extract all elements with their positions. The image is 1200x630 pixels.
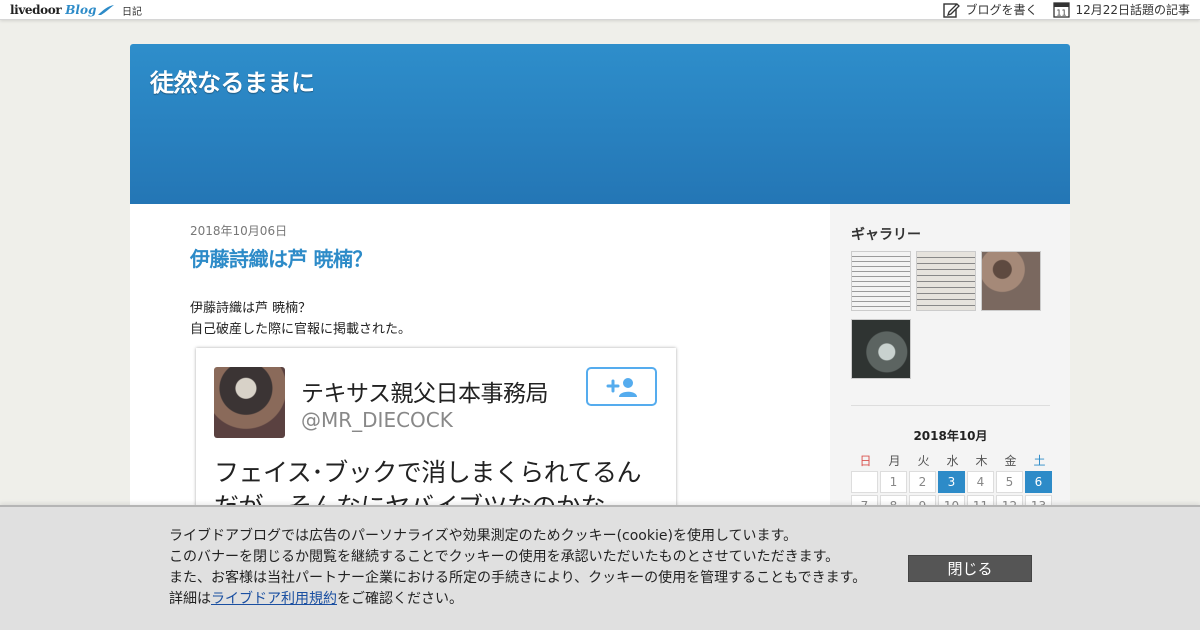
gallery-thumbnail[interactable] bbox=[851, 319, 911, 379]
wing-icon bbox=[98, 5, 115, 15]
calendar-weekday-header: 日 月 火 水 木 金 土 bbox=[851, 452, 1054, 469]
blog-title[interactable]: 徒然なるままに bbox=[150, 63, 315, 98]
top-bar: livedoor Blog 日記 ブログを書く 11 12月22日話題の記事 bbox=[0, 0, 1200, 20]
weekday-mon: 月 bbox=[888, 454, 901, 468]
cookie-close-button[interactable]: 閉じる bbox=[908, 555, 1032, 582]
tweet-author-name: テキサス親父日本事務局 bbox=[301, 381, 549, 407]
sidebar-divider bbox=[851, 405, 1050, 406]
post-body-line: 自己破産した際に官報に掲載された。 bbox=[190, 322, 412, 337]
weekday-thu: 木 bbox=[975, 454, 988, 468]
article: 2018年10月06日 伊藤詩織は芦 暁楠？ 伊藤詩織は芦 暁楠？ 自己破産した… bbox=[190, 222, 770, 548]
cookie-notice-text: ライブドアブログでは広告のパーソナライズや効果測定のためクッキー(cookie)… bbox=[169, 526, 866, 610]
gallery-thumbnail[interactable] bbox=[981, 251, 1041, 311]
tweet-author-handle: @MR_DIECOCK bbox=[301, 408, 453, 432]
calendar-title: 2018年10月 bbox=[913, 429, 988, 443]
terms-of-use-link[interactable]: ライブドア利用規約 bbox=[211, 591, 337, 607]
category-link-diary[interactable]: 日記 bbox=[122, 3, 142, 18]
weekday-tue: 火 bbox=[917, 454, 930, 468]
logo-livedoor-text: livedoor bbox=[10, 3, 62, 17]
weekday-sat: 土 bbox=[1033, 454, 1046, 468]
logo-blog-text: Blog bbox=[65, 3, 97, 17]
gallery-title: ギャラリー bbox=[851, 227, 921, 243]
calendar-icon-day: 11 bbox=[1057, 9, 1067, 18]
tweet-avatar bbox=[214, 367, 285, 438]
write-blog-label: ブログを書く bbox=[965, 3, 1038, 17]
tweet-text-line: フェイス･ブックで消しまくられてるん bbox=[214, 458, 642, 487]
post-body-line: 伊藤詩織は芦 暁楠？ bbox=[190, 301, 312, 316]
calendar-day-link[interactable]: 6 bbox=[1025, 471, 1052, 493]
weekday-sun: 日 bbox=[859, 454, 872, 468]
calendar-day: 2 bbox=[909, 471, 936, 493]
post-title[interactable]: 伊藤詩織は芦 暁楠？ bbox=[190, 243, 770, 272]
weekday-wed: 水 bbox=[946, 454, 959, 468]
cookie-notice-line: ライブドアブログでは広告のパーソナライズや効果測定のためクッキー(cookie)… bbox=[169, 528, 798, 544]
cookie-notice-line: このバナーを閉じるか閲覧を継続することでクッキーの使用を承認いただいたものとさせ… bbox=[169, 549, 840, 565]
todays-topics-label: 12月22日話題の記事 bbox=[1075, 3, 1190, 17]
pencil-note-icon bbox=[943, 2, 961, 18]
post-date: 2018年10月06日 bbox=[190, 224, 288, 238]
calendar-day: 5 bbox=[996, 471, 1023, 493]
add-user-icon bbox=[606, 377, 637, 397]
write-blog-link[interactable]: ブログを書く bbox=[943, 1, 1037, 18]
post-body: 伊藤詩織は芦 暁楠？ 自己破産した際に官報に掲載された。 bbox=[190, 298, 770, 340]
cookie-details-prefix: 詳細は bbox=[169, 591, 211, 607]
calendar-icon: 11 bbox=[1053, 2, 1071, 18]
gallery-thumbnail[interactable] bbox=[851, 251, 911, 311]
livedoor-blog-logo[interactable]: livedoor Blog bbox=[10, 2, 115, 18]
calendar-day: 4 bbox=[967, 471, 994, 493]
todays-topics-link[interactable]: 11 12月22日話題の記事 bbox=[1053, 1, 1190, 18]
calendar-week-1: 1 2 3 4 5 6 bbox=[851, 471, 1054, 493]
blog-header: 徒然なるままに bbox=[130, 44, 1070, 204]
cookie-consent-banner: ライブドアブログでは広告のパーソナライズや効果測定のためクッキー(cookie)… bbox=[0, 505, 1200, 630]
calendar-day: 1 bbox=[880, 471, 907, 493]
cookie-notice-line: また、お客様は当社パートナー企業における所定の手続きにより、クッキーの使用を管理… bbox=[169, 570, 867, 586]
calendar-day bbox=[851, 471, 878, 493]
gallery-thumbnail[interactable] bbox=[916, 251, 976, 311]
calendar-day-link[interactable]: 3 bbox=[938, 471, 965, 493]
weekday-fri: 金 bbox=[1004, 454, 1017, 468]
cookie-details-suffix: をご確認ください。 bbox=[337, 591, 463, 607]
tweet-follow-button bbox=[586, 367, 657, 406]
cookie-notice-line: 詳細はライブドア利用規約をご確認ください。 bbox=[169, 589, 866, 610]
